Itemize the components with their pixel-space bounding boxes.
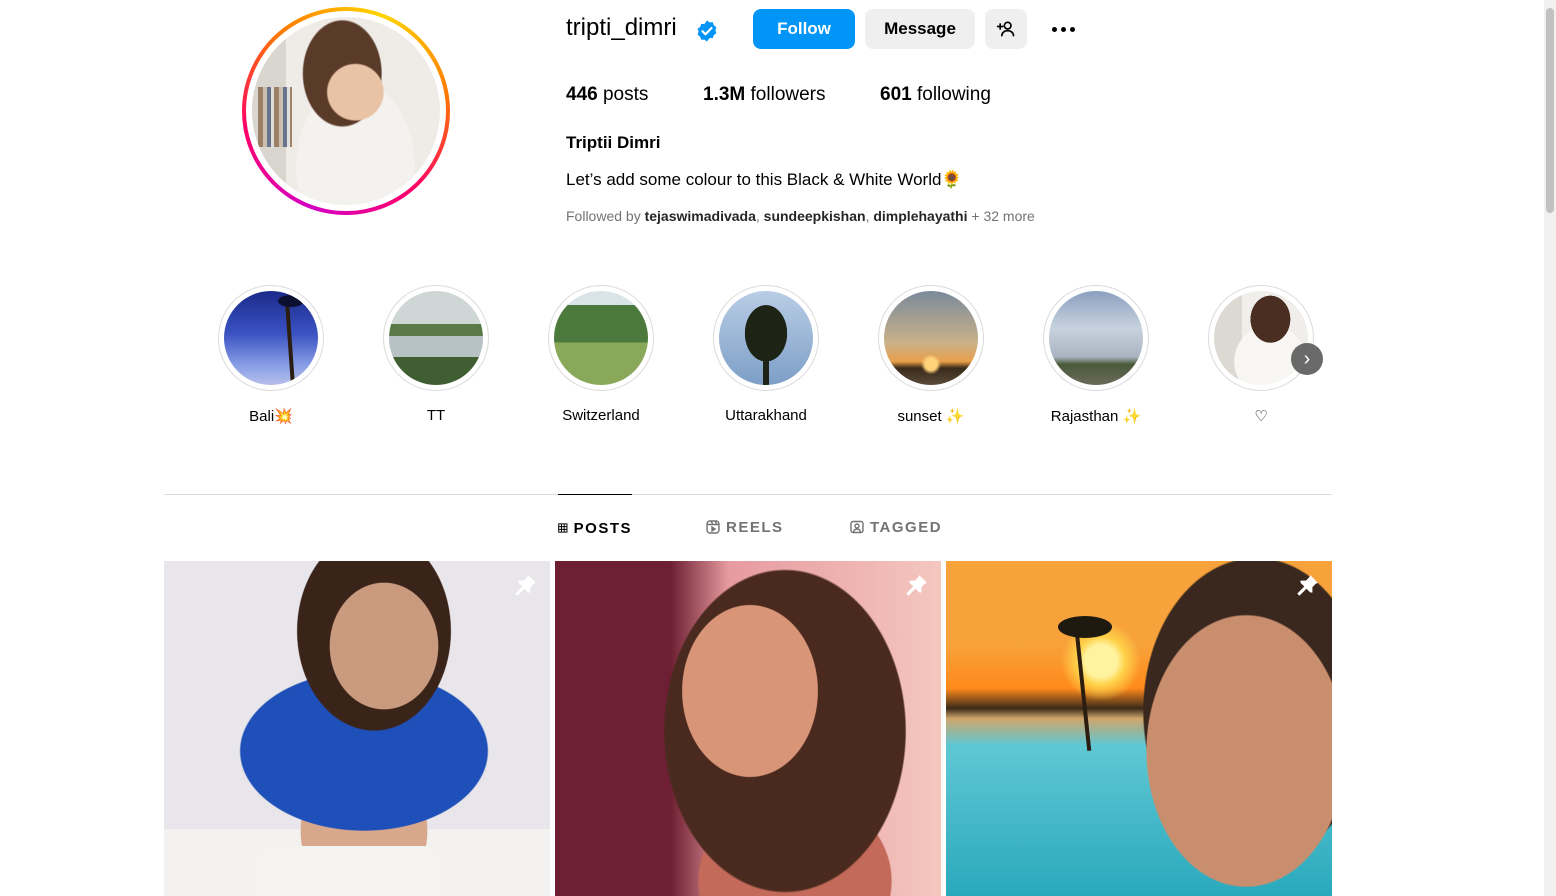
- post-image-detail: [1074, 631, 1092, 751]
- highlight-cover: [719, 291, 813, 385]
- mutual-follower: sundeepkishan: [763, 208, 866, 224]
- highlight-sunset[interactable]: sunset ✨: [878, 285, 984, 425]
- highlight-bali[interactable]: Bali💥: [218, 285, 324, 425]
- mutual-follower: tejaswimadivada: [644, 208, 756, 224]
- highlight-cover: [884, 291, 978, 385]
- post-thumbnail[interactable]: [946, 561, 1332, 896]
- highlight-switzerland[interactable]: Switzerland: [548, 285, 654, 424]
- following-link[interactable]: 601 following: [880, 84, 991, 106]
- avatar-bookshelf: [258, 87, 292, 147]
- highlight-label: Bali💥: [249, 408, 293, 425]
- profile-bio: Let’s add some colour to this Black & Wh…: [566, 170, 963, 189]
- post-image-detail: [1058, 616, 1112, 638]
- highlights-next-button[interactable]: ›: [1291, 343, 1323, 375]
- message-button[interactable]: Message: [865, 9, 975, 49]
- highlight-cover: [224, 291, 318, 385]
- scrollbar-thumb[interactable]: [1546, 8, 1554, 213]
- profile-username: tripti_dimri: [566, 14, 677, 41]
- tab-posts[interactable]: POSTS: [558, 494, 632, 561]
- highlight-label: sunset ✨: [897, 408, 965, 425]
- post-thumbnail[interactable]: [555, 561, 941, 896]
- suggested-users-button[interactable]: [985, 9, 1027, 49]
- highlight-uttarakhand[interactable]: Uttarakhand: [713, 285, 819, 424]
- add-user-icon: [996, 21, 1015, 37]
- highlight-cover: [1049, 291, 1143, 385]
- grid-icon: [558, 523, 568, 533]
- highlight-label: ♡: [1254, 408, 1268, 425]
- tagged-icon: [850, 520, 864, 534]
- follow-button[interactable]: Follow: [753, 9, 855, 49]
- highlight-label: Rajasthan ✨: [1050, 408, 1142, 425]
- more-dots-icon: [1051, 26, 1075, 32]
- pin-icon: [515, 575, 536, 596]
- followers-link[interactable]: 1.3M followers: [703, 84, 826, 106]
- more-options-button[interactable]: [1043, 9, 1083, 49]
- highlight-tt[interactable]: TT: [383, 285, 489, 424]
- highlight-cover: [389, 291, 483, 385]
- highlight-rajasthan[interactable]: Rajasthan ✨: [1043, 285, 1149, 425]
- mutual-follower: dimplehayathi: [873, 208, 968, 224]
- posts-count-stat: 446 posts: [566, 84, 649, 105]
- highlight-label: Switzerland: [562, 407, 640, 424]
- pin-icon: [906, 575, 927, 596]
- profile-avatar[interactable]: [242, 7, 450, 215]
- tab-tagged[interactable]: TAGGED: [850, 494, 942, 560]
- reels-icon: [706, 520, 720, 534]
- profile-full-name: Triptii Dimri: [566, 133, 661, 152]
- highlight-label: Uttarakhand: [725, 407, 807, 424]
- avatar-image: [252, 17, 440, 205]
- post-thumbnail[interactable]: [164, 561, 550, 896]
- verified-badge-icon: [697, 20, 717, 42]
- followed-by-link[interactable]: Followed by tejaswimadivada, sundeepkish…: [566, 208, 1035, 224]
- highlight-label: TT: [426, 407, 446, 424]
- tab-reels[interactable]: REELS: [706, 494, 784, 560]
- highlight-cover: [554, 291, 648, 385]
- chevron-right-icon: ›: [1303, 347, 1311, 370]
- page-scrollbar[interactable]: [1544, 0, 1556, 896]
- post-image-detail: [254, 846, 444, 896]
- highlight-cover: [1214, 291, 1308, 385]
- pin-icon: [1297, 575, 1318, 596]
